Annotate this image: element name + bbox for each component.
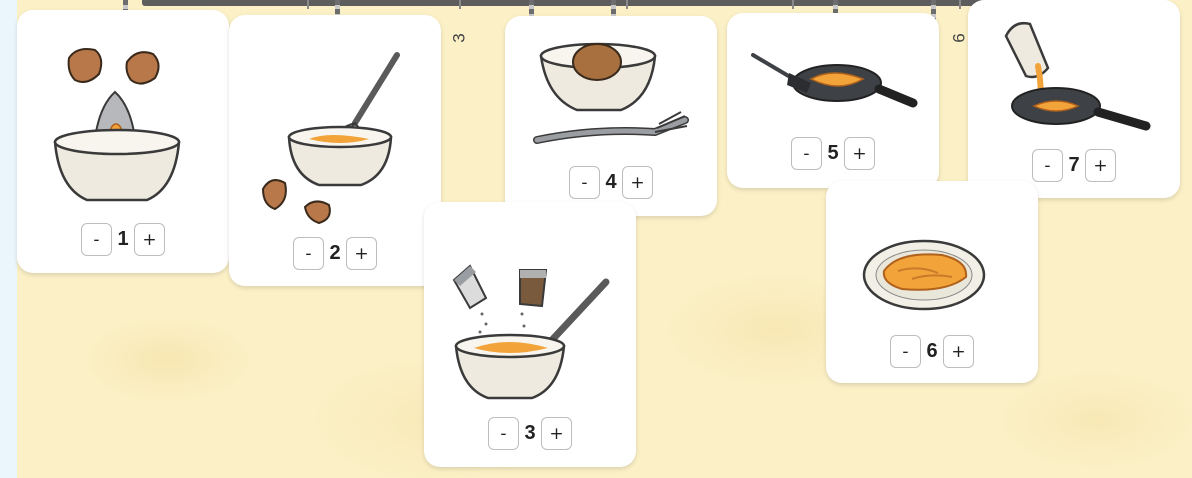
- omelette-plate-picture: [862, 239, 986, 311]
- step-card-7[interactable]: - 7 +: [968, 0, 1180, 198]
- decrement-button[interactable]: -: [488, 417, 519, 450]
- rope: [833, 0, 838, 14]
- decrement-button[interactable]: -: [81, 223, 112, 256]
- hanging-rail: [142, 0, 1002, 6]
- step-card-6[interactable]: - 6 +: [826, 181, 1038, 383]
- rope: [335, 0, 340, 16]
- step-number: 5: [827, 142, 839, 164]
- step-card-4[interactable]: - 4 +: [505, 16, 717, 216]
- step-controls: - 1 +: [17, 223, 229, 256]
- rail-tick: [459, 0, 461, 9]
- rail-tick: [792, 0, 794, 9]
- rail-tick: [626, 0, 628, 9]
- increment-button[interactable]: +: [134, 223, 165, 256]
- step-number: 1: [117, 228, 129, 250]
- step-controls: - 2 +: [229, 237, 441, 270]
- step-controls: - 6 +: [826, 335, 1038, 368]
- whisking-picture: [261, 52, 400, 225]
- bowl-fork-picture: [533, 42, 689, 144]
- step-number: 6: [926, 340, 938, 362]
- step-card-3[interactable]: - 3 +: [424, 202, 636, 467]
- increment-button[interactable]: +: [622, 166, 653, 199]
- decrement-button[interactable]: -: [1032, 149, 1063, 182]
- rail-tick: [959, 0, 961, 9]
- background-number: 3: [449, 33, 469, 43]
- step-card-2[interactable]: - 2 +: [229, 15, 441, 286]
- decrement-button[interactable]: -: [293, 237, 324, 270]
- increment-button[interactable]: +: [943, 335, 974, 368]
- increment-button[interactable]: +: [541, 417, 572, 450]
- step-number: 7: [1068, 154, 1080, 176]
- decrement-button[interactable]: -: [890, 335, 921, 368]
- increment-button[interactable]: +: [844, 137, 875, 170]
- step-controls: - 3 +: [424, 417, 636, 450]
- increment-button[interactable]: +: [346, 237, 377, 270]
- step-number: 3: [524, 422, 536, 444]
- step-controls: - 7 +: [968, 149, 1180, 182]
- cooking-pan-picture: [751, 53, 918, 108]
- step-card-1[interactable]: - 1 +: [17, 10, 229, 273]
- step-controls: - 5 +: [727, 137, 939, 170]
- step-number: 2: [329, 242, 341, 264]
- rail-tick: [307, 0, 309, 9]
- increment-button[interactable]: +: [1085, 149, 1116, 182]
- background-number: 6: [949, 33, 969, 43]
- seasoning-picture: [452, 264, 610, 400]
- decrement-button[interactable]: -: [569, 166, 600, 199]
- step-number: 4: [605, 171, 617, 193]
- game-board: 3 6 - 1 + - 2 + - 4 + - 5 + - 7 + - 3 + …: [17, 0, 1192, 478]
- step-controls: - 4 +: [505, 166, 717, 199]
- decrement-button[interactable]: -: [791, 137, 822, 170]
- pouring-picture: [1004, 22, 1151, 131]
- cracking-egg-picture: [53, 48, 181, 202]
- step-card-5[interactable]: - 5 +: [727, 13, 939, 188]
